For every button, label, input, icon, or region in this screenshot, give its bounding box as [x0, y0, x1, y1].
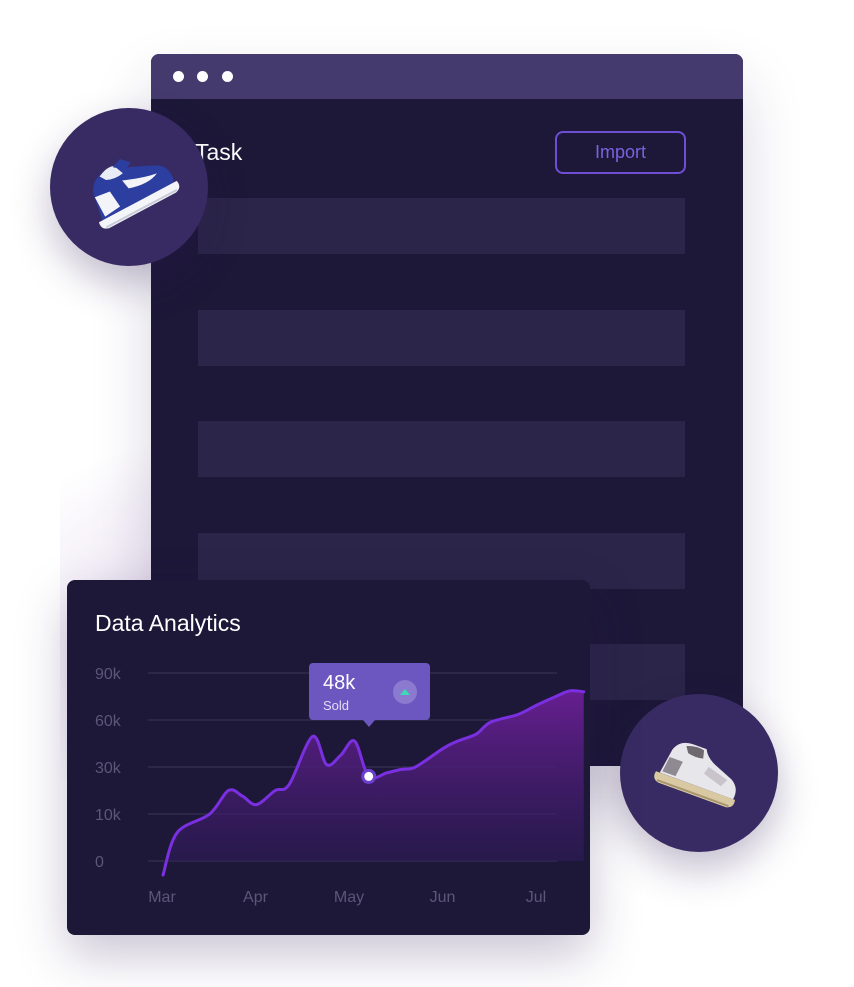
import-button[interactable]: Import	[555, 131, 686, 174]
data-point	[569, 690, 571, 692]
data-point	[209, 813, 211, 815]
x-tick-label: Mar	[148, 889, 176, 906]
list-item[interactable]	[198, 198, 685, 254]
dot-icon	[197, 71, 208, 82]
data-point	[274, 790, 276, 792]
sneaker-icon	[654, 742, 736, 808]
y-tick-label: 0	[95, 854, 104, 871]
y-tick-label: 90k	[95, 666, 122, 683]
x-tick-label: Jun	[430, 889, 456, 906]
data-point	[555, 696, 557, 698]
data-point	[176, 832, 178, 834]
trend-up-badge	[393, 680, 417, 704]
window-titlebar	[151, 54, 743, 99]
data-point	[241, 795, 243, 797]
list-item[interactable]	[198, 421, 685, 477]
data-point	[354, 740, 356, 742]
list-item[interactable]	[198, 310, 685, 366]
data-point	[162, 874, 164, 876]
data-point	[443, 747, 445, 749]
data-point	[400, 768, 402, 770]
data-point	[517, 713, 519, 715]
data-point	[457, 740, 459, 742]
x-tick-label: Jul	[526, 889, 546, 906]
analytics-chart: 0 10k 30k 60k 90k Mar Apr May Jun Jul	[95, 666, 586, 906]
data-point	[288, 783, 290, 785]
dot-icon	[173, 71, 184, 82]
triangle-up-icon	[400, 689, 410, 695]
product-avatar-bottom	[620, 694, 778, 852]
data-point	[227, 790, 229, 792]
data-point	[536, 704, 538, 706]
tooltip-label: Sold	[323, 698, 350, 713]
y-tick-label: 10k	[95, 807, 122, 824]
x-tick-label: Apr	[243, 889, 269, 906]
tooltip-value: 48k	[323, 672, 356, 694]
data-point	[326, 764, 328, 766]
data-point	[475, 733, 477, 735]
data-point	[312, 735, 314, 737]
data-point	[414, 766, 416, 768]
product-avatar-top	[50, 108, 208, 266]
y-tick-label: 30k	[95, 760, 122, 777]
dot-icon	[222, 71, 233, 82]
data-point	[256, 804, 258, 806]
data-point	[489, 721, 491, 723]
chart-highlight-point[interactable]	[361, 768, 377, 784]
data-point	[386, 772, 388, 774]
data-point	[340, 754, 342, 756]
sneaker-icon	[93, 159, 180, 229]
data-analytics-card: Data Analytics 0 10k 30k 60k 90k Mar Apr May Ju…	[67, 580, 590, 935]
chart-tooltip: 48k Sold	[309, 663, 430, 727]
data-point	[583, 691, 585, 693]
y-tick-label: 60k	[95, 713, 122, 730]
x-tick-label: May	[334, 889, 364, 906]
